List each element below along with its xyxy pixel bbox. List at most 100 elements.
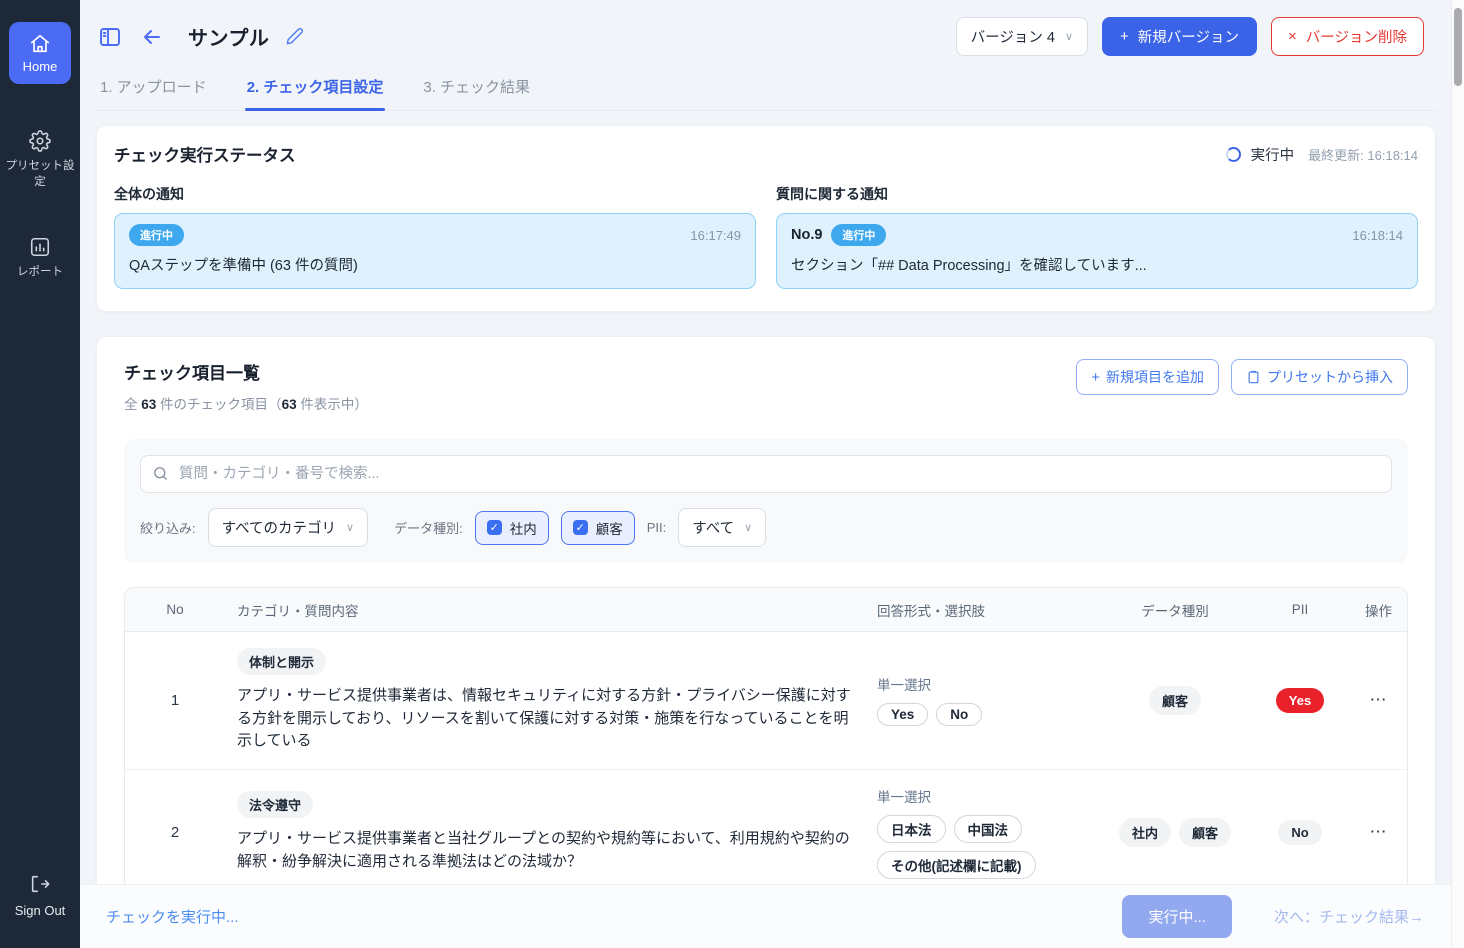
progress-badge: 進行中: [129, 224, 184, 246]
tab-upload[interactable]: 1. アップロード: [98, 76, 209, 110]
main-area: サンプル バージョン 4 ∨ + 新規バージョン × バージョン削除 1. アッ…: [80, 0, 1464, 948]
column-category-question: カテゴリ・質問内容: [225, 600, 865, 620]
items-count-summary: 全 63 件のチェック項目（63 件表示中）: [124, 393, 368, 413]
datatype-pill: 顧客: [1179, 818, 1231, 847]
sidebar-toggle-button[interactable]: [96, 23, 124, 51]
edit-title-button[interactable]: [283, 25, 306, 48]
pii-filter-label: PII:: [647, 520, 667, 535]
overall-notification-heading: 全体の通知: [114, 184, 756, 204]
insert-from-preset-label: プリセットから挿入: [1267, 367, 1393, 387]
footer-status-text: チェックを実行中...: [106, 906, 239, 927]
scrollbar-thumb[interactable]: [1454, 8, 1462, 86]
filter-panel: 絞り込み: すべてのカテゴリ ∨ データ種別: ✓ 社内 ✓ 顧客 PII:: [124, 439, 1408, 563]
answer-option-chip: No: [936, 703, 982, 726]
chevron-down-icon: ∨: [1065, 30, 1073, 43]
bar-chart-icon: [29, 236, 51, 258]
shown-count: 63: [282, 397, 297, 412]
pii-filter-select[interactable]: すべて ∨: [678, 508, 766, 547]
check-status-card: チェック実行ステータス 実行中 最終更新: 16:18:14 全体の通知 進行中…: [96, 125, 1436, 312]
check-items-card: チェック項目一覧 全 63 件のチェック項目（63 件表示中） + 新規項目を追…: [96, 336, 1436, 948]
delete-version-label: バージョン削除: [1306, 26, 1407, 47]
close-icon: ×: [1288, 29, 1297, 44]
chevron-down-icon: ∨: [744, 521, 752, 534]
datatype-internal-checkbox[interactable]: ✓ 社内: [475, 511, 549, 545]
running-status: 実行中: [1251, 144, 1295, 165]
answer-options: Yes No: [877, 703, 1083, 726]
sidebar-preset-label: プリセット設定: [4, 159, 76, 190]
insert-from-preset-button[interactable]: プリセットから挿入: [1231, 359, 1408, 395]
next-step-link[interactable]: 次へ：チェック結果→: [1274, 906, 1424, 927]
tab-check-results[interactable]: 3. チェック結果: [421, 76, 532, 110]
sidebar-item-report[interactable]: レポート: [4, 236, 76, 281]
datatype-customer-label: 顧客: [596, 518, 623, 538]
category-badge: 体制と開示: [237, 648, 326, 675]
overall-notification-time: 16:17:49: [690, 228, 741, 243]
home-icon: [29, 33, 51, 55]
answer-format-cell: 単一選択YesNo: [865, 632, 1095, 769]
sidebar: Home プリセット設定 レポート Sign Out: [0, 0, 80, 948]
sidebar-item-preset-settings[interactable]: プリセット設定: [4, 130, 76, 190]
tab-check-item-settings[interactable]: 2. チェック項目設定: [245, 76, 386, 110]
plus-icon: +: [1091, 370, 1100, 385]
overall-notification-message: QAステップを準備中 (63 件の質問): [129, 254, 741, 275]
datatype-pill: 社内: [1119, 818, 1171, 847]
search-input[interactable]: [140, 455, 1392, 493]
row-number-cell: 2: [125, 770, 225, 895]
run-check-button[interactable]: 実行中...: [1122, 895, 1232, 938]
row-menu-button[interactable]: ⋯: [1370, 822, 1388, 842]
overall-notification-section: 全体の通知 進行中 16:17:49 QAステップを準備中 (63 件の質問): [114, 184, 756, 289]
row-number-cell: 1: [125, 632, 225, 769]
sidebar-report-label: レポート: [17, 265, 63, 281]
step-tabs: 1. アップロード 2. チェック項目設定 3. チェック結果: [96, 76, 1436, 111]
sign-out-button[interactable]: Sign Out: [4, 873, 76, 920]
datatype-pills: 顧客: [1149, 686, 1201, 715]
datatype-pills: 社内顧客: [1119, 818, 1231, 847]
back-button[interactable]: [138, 23, 166, 51]
count-text: 件のチェック項目（: [156, 397, 281, 412]
add-item-button[interactable]: + 新規項目を追加: [1076, 359, 1219, 395]
column-answer-format: 回答形式・選択肢: [865, 600, 1095, 620]
vertical-scrollbar[interactable]: [1451, 0, 1464, 948]
checkbox-checked-icon: ✓: [487, 520, 502, 535]
answer-options: 日本法中国法その他(記述欄に記載): [877, 815, 1083, 879]
question-text: アプリ・サービス提供事業者は、情報セキュリティに対する方針・プライバシー保護に対…: [237, 685, 853, 753]
answer-option-chip: Yes: [877, 703, 928, 726]
overall-notification-box: 進行中 16:17:49 QAステップを準備中 (63 件の質問): [114, 213, 756, 289]
question-notification-heading: 質問に関する通知: [776, 184, 1418, 204]
datatype-customer-checkbox[interactable]: ✓ 顧客: [561, 511, 635, 545]
sign-out-label: Sign Out: [15, 902, 66, 920]
column-no: No: [125, 602, 225, 617]
plus-icon: +: [1120, 29, 1129, 44]
search-icon: [152, 465, 169, 482]
answer-format-cell: 単一選択日本法中国法その他(記述欄に記載): [865, 770, 1095, 895]
question-text: アプリ・サービス提供事業者と当社グループとの契約や規約等において、利用規約や契約…: [237, 828, 853, 873]
new-version-button[interactable]: + 新規バージョン: [1102, 17, 1257, 56]
new-version-label: 新規バージョン: [1138, 26, 1239, 47]
pii-badge: Yes: [1276, 688, 1324, 713]
actions-cell: ⋯: [1345, 632, 1408, 769]
category-filter-select[interactable]: すべてのカテゴリ ∨: [208, 508, 368, 547]
datatype-cell: 顧客: [1095, 632, 1255, 769]
delete-version-button[interactable]: × バージョン削除: [1271, 17, 1424, 56]
page-title: サンプル: [188, 22, 269, 51]
pii-badge: No: [1278, 820, 1321, 845]
row-menu-button[interactable]: ⋯: [1370, 690, 1388, 710]
spinner-icon: [1226, 147, 1241, 162]
add-item-label: 新規項目を追加: [1106, 367, 1204, 387]
version-select[interactable]: バージョン 4 ∨: [956, 17, 1088, 56]
progress-badge: 進行中: [831, 224, 886, 246]
last-updated: 最終更新: 16:18:14: [1308, 145, 1418, 164]
datatype-filter-label: データ種別:: [394, 518, 463, 537]
category-badge: 法令遵守: [237, 791, 313, 818]
answer-option-chip: 中国法: [954, 815, 1023, 843]
column-actions: 操作: [1345, 600, 1408, 620]
table-row: 1 体制と開示アプリ・サービス提供事業者は、情報セキュリティに対する方針・プライバ…: [125, 632, 1407, 770]
content: チェック実行ステータス 実行中 最終更新: 16:18:14 全体の通知 進行中…: [80, 111, 1464, 948]
items-card-title: チェック項目一覧: [124, 359, 368, 384]
answer-type-label: 単一選択: [877, 786, 1083, 806]
table-header: No カテゴリ・質問内容 回答形式・選択肢 データ種別 PII 操作: [125, 588, 1407, 632]
sidebar-item-home[interactable]: Home: [9, 22, 71, 84]
datatype-pill: 顧客: [1149, 686, 1201, 715]
table-row: 2 法令遵守アプリ・サービス提供事業者と当社グループとの契約や規約等において、利用…: [125, 770, 1407, 896]
question-notification-section: 質問に関する通知 No.9 進行中 16:18:14 セクション「## Data…: [776, 184, 1418, 289]
